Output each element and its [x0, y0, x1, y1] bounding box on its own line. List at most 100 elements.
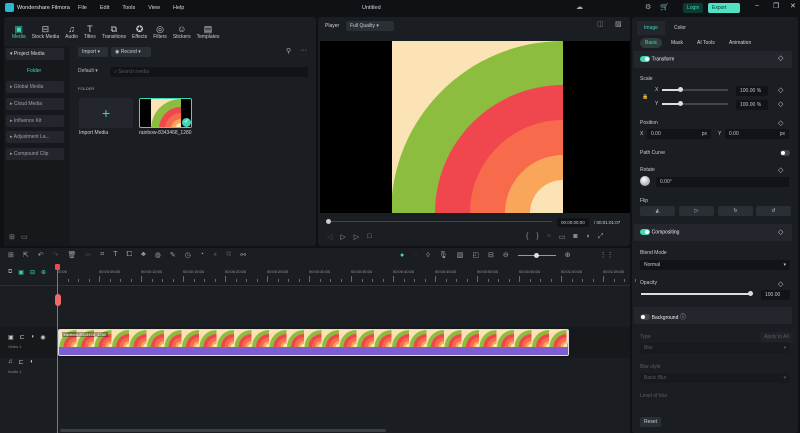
cart-icon[interactable]: 🛒 — [660, 3, 669, 11]
marker-icon[interactable]: ≡ — [547, 233, 551, 241]
playhead[interactable] — [57, 264, 58, 433]
mark-in-icon[interactable]: { — [526, 233, 528, 241]
magnet-icon[interactable]: ⊕ — [41, 269, 46, 276]
sidebar-adjustment-layer[interactable]: ▸ Adjustment La... — [6, 131, 64, 143]
menu-edit[interactable]: Edit — [100, 5, 109, 11]
tab-audio[interactable]: ♫Audio — [65, 24, 78, 40]
import-media-button[interactable]: + — [79, 98, 133, 128]
scrubber-handle[interactable] — [326, 219, 331, 224]
subtab-ai-tools[interactable]: AI Tools — [697, 40, 715, 46]
playhead-handle[interactable] — [55, 264, 60, 270]
opacity-slider[interactable] — [641, 293, 751, 295]
link-track-icon[interactable]: ▣ — [18, 269, 24, 276]
render-icon[interactable]: ● — [400, 252, 404, 259]
flip-horizontal-button[interactable]: ▷ — [679, 206, 714, 216]
mark-out-icon[interactable]: } — [536, 233, 538, 241]
login-button[interactable]: Login — [683, 3, 703, 13]
select-icon[interactable]: ⇱ — [23, 251, 29, 259]
snapshot-view-icon[interactable]: ▨ — [615, 20, 622, 28]
keyframe-icon[interactable]: ◇ — [778, 166, 783, 174]
keyframe-icon[interactable]: ◇ — [778, 228, 783, 236]
opacity-input[interactable]: 100.00 — [761, 290, 790, 300]
keyframe-icon[interactable]: ◇ — [778, 86, 783, 94]
undo-icon[interactable]: ↶ — [38, 251, 44, 259]
video-clip[interactable]: rainbow-8343468_1280 — [58, 329, 569, 356]
search-input[interactable]: ⌕ Search media — [110, 67, 308, 77]
blur-style-dropdown[interactable]: Basic Blur▾ — [640, 373, 790, 383]
folder-icon[interactable]: ⊏ — [19, 359, 24, 366]
keyframe-icon[interactable]: ◇ — [778, 54, 783, 62]
split-icon[interactable]: ✂ — [85, 251, 91, 259]
rotate-cw-button[interactable]: ↻ — [718, 206, 753, 216]
crop-icon[interactable]: ⌗ — [100, 251, 104, 259]
new-folder-icon[interactable]: ⊞ — [9, 233, 15, 241]
play-reverse-icon[interactable]: ▷ — [340, 233, 345, 241]
play-icon[interactable]: ▷ — [354, 233, 359, 241]
path-curve-toggle[interactable] — [780, 150, 790, 156]
media-thumbnail[interactable]: ✓ — [139, 98, 192, 128]
lock-ratio-icon[interactable]: 🔒 — [642, 94, 648, 100]
sidebar-compound-clip[interactable]: ▸ Compound Clip — [6, 148, 64, 160]
group-icon[interactable]: ⧉ — [226, 251, 231, 259]
filter-icon[interactable]: ⚲ — [286, 47, 291, 55]
tab-templates[interactable]: ▤Templates — [197, 24, 220, 40]
mask-icon[interactable]: ◍ — [155, 251, 161, 259]
scale-y-slider[interactable] — [662, 103, 728, 105]
opacity-handle[interactable] — [748, 291, 753, 296]
blend-mode-dropdown[interactable]: Normal▾ — [640, 260, 790, 270]
tab-filters[interactable]: ◎Filters — [153, 24, 167, 40]
menu-help[interactable]: Help — [173, 5, 184, 11]
tab-transitions[interactable]: ⧉Transitions — [102, 24, 126, 40]
ai-icon[interactable]: ◕ — [213, 251, 217, 259]
scale-y-handle[interactable] — [678, 101, 683, 106]
voiceover-icon[interactable]: ▧ — [457, 251, 464, 259]
tab-stock-media[interactable]: ⊟Stock Media — [32, 24, 60, 40]
subtab-basic[interactable]: Basic — [640, 38, 662, 48]
prev-frame-icon[interactable]: ◁ — [327, 233, 332, 241]
zoom-slider[interactable] — [518, 255, 556, 256]
position-y-input[interactable]: 0.00px — [725, 129, 789, 139]
cloud-icon[interactable]: ☁ — [576, 3, 583, 11]
camera-icon[interactable]: ◙ — [573, 233, 577, 241]
pip-icon[interactable]: ◰ — [472, 251, 479, 259]
link-icon[interactable]: ⚯ — [240, 251, 246, 259]
playback-scrubber[interactable] — [330, 221, 552, 222]
fit-icon[interactable]: ⊟ — [488, 251, 494, 259]
tab-stickers[interactable]: ☺Stickers — [173, 24, 191, 40]
stop-icon[interactable]: □ — [367, 233, 371, 241]
playhead-marker[interactable] — [55, 294, 61, 306]
compare-icon[interactable]: ◫ — [597, 20, 604, 28]
sidebar-cloud-media[interactable]: ▸ Cloud Media — [6, 98, 64, 110]
rotate-ccw-button[interactable]: ↺ — [756, 206, 791, 216]
import-dropdown[interactable]: Import ▾ — [78, 47, 108, 57]
rotate-input[interactable]: 0.00° — [656, 177, 789, 187]
restore-icon[interactable]: ❐ — [773, 2, 779, 10]
redo-icon[interactable]: ↷ — [53, 251, 59, 259]
tab-image[interactable]: Image — [637, 21, 665, 35]
menu-file[interactable]: File — [78, 5, 87, 11]
track-settings-icon[interactable]: ⋮⋮ — [600, 251, 614, 259]
color-icon[interactable]: ♣ — [141, 251, 146, 259]
background-toggle[interactable]: Background ⓘ — [640, 312, 686, 321]
rotate-dial[interactable] — [640, 176, 650, 186]
transform-tool-icon[interactable]: ⧠ — [127, 251, 133, 259]
text-icon[interactable]: T — [113, 251, 117, 259]
export-button[interactable]: Export — [708, 3, 740, 13]
sidebar-influence-kit[interactable]: ▸ Influence Kit — [6, 115, 64, 127]
display-icon[interactable]: ▭ — [559, 233, 566, 241]
sidebar-global-media[interactable]: ▸ Global Media — [6, 81, 64, 93]
folder-icon[interactable]: ▭ — [21, 233, 28, 241]
minimize-icon[interactable]: – — [755, 2, 759, 9]
speed-icon[interactable]: ◷ — [185, 251, 191, 259]
delete-icon[interactable]: 🗑 — [68, 251, 77, 259]
tab-color[interactable]: Color — [674, 25, 686, 31]
audio-icon[interactable]: ◖ — [30, 359, 34, 366]
audio-icon[interactable]: ◖ — [31, 334, 35, 341]
tab-media[interactable]: ▣Media — [12, 24, 26, 40]
flip-vertical-button[interactable]: ◭ — [640, 206, 675, 216]
fullscreen-icon[interactable]: ⤢ — [598, 233, 604, 241]
position-x-input[interactable]: 0.00px — [647, 129, 711, 139]
more-icon[interactable]: ··· — [300, 47, 307, 54]
add-track-icon[interactable]: ⧉ — [8, 269, 12, 276]
sort-dropdown[interactable]: Default ▾ — [78, 68, 98, 74]
